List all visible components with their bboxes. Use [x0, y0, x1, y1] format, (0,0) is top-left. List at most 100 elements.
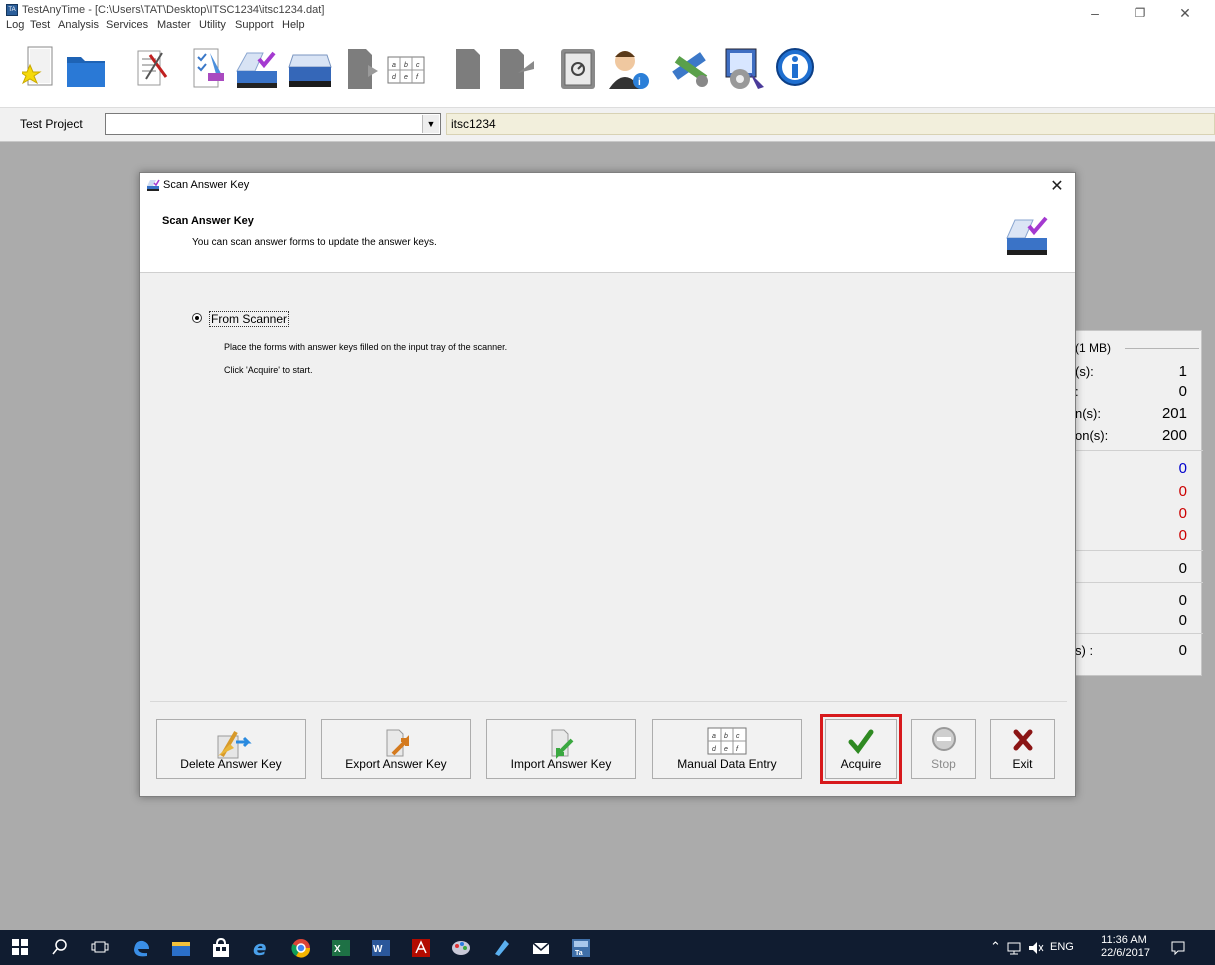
mail-button[interactable]	[520, 930, 560, 965]
from-scanner-label[interactable]: From Scanner	[209, 311, 290, 327]
volume-icon[interactable]	[1028, 941, 1044, 955]
stats-value: 0	[1178, 505, 1187, 522]
tools-button[interactable]	[668, 43, 716, 97]
start-button[interactable]	[0, 930, 40, 965]
export-button[interactable]	[494, 43, 538, 97]
menu-test[interactable]: Test	[30, 19, 50, 31]
test-project-label: Test Project	[20, 117, 83, 131]
svg-text:e: e	[404, 74, 408, 81]
internet-explorer-button[interactable]: e	[240, 930, 280, 965]
stats-value: 0	[1178, 527, 1187, 544]
paint-icon	[452, 941, 470, 955]
stats-panel: (1 MB) (s): 1 : 0 n(s): 201 on(s): 200 0…	[1062, 330, 1203, 676]
clock[interactable]: 11:36 AM 22/6/2017	[1101, 934, 1150, 960]
from-scanner-radio[interactable]	[192, 313, 202, 323]
menu-log[interactable]: Log	[6, 19, 24, 31]
stats-value: 0	[1178, 592, 1187, 609]
svg-text:i: i	[638, 77, 641, 88]
document-button[interactable]	[340, 43, 380, 97]
mail-icon	[532, 942, 550, 954]
settings-icon	[725, 48, 764, 89]
internet-explorer-icon: e	[253, 938, 267, 958]
settings-button[interactable]	[720, 43, 770, 97]
task-view-button[interactable]	[80, 930, 120, 965]
testanytime-button[interactable]: Ta	[560, 930, 600, 965]
store-icon	[213, 938, 229, 957]
exit-button[interactable]: Exit	[990, 719, 1055, 779]
open-folder-button[interactable]	[63, 43, 109, 97]
edge-button[interactable]	[120, 930, 160, 965]
document-button-2[interactable]	[450, 43, 486, 97]
menu-help[interactable]: Help	[282, 19, 305, 31]
answer-key-button[interactable]	[188, 43, 230, 97]
scan-answer-key-icon	[1006, 216, 1048, 255]
export-icon	[500, 49, 534, 89]
svg-text:a: a	[392, 62, 396, 69]
new-project-button[interactable]	[22, 43, 62, 97]
stats-label: on(s):	[1075, 428, 1109, 443]
safe-button[interactable]	[557, 43, 601, 97]
about-button[interactable]	[773, 43, 819, 97]
svg-text:a: a	[712, 733, 716, 740]
about-icon	[776, 48, 814, 86]
scan-answer-key-icon	[236, 51, 277, 88]
tools-icon	[672, 52, 708, 87]
chevron-down-icon[interactable]: ▼	[422, 115, 439, 133]
menu-utility[interactable]: Utility	[199, 19, 226, 31]
manual-entry-icon: a b cd e f	[707, 727, 747, 755]
store-button[interactable]	[200, 930, 240, 965]
edge-icon	[134, 940, 149, 957]
excel-button[interactable]: X	[320, 930, 360, 965]
menu-master[interactable]: Master	[157, 19, 191, 31]
new-project-icon	[22, 46, 53, 86]
export-answer-key-button[interactable]: Export Answer Key	[321, 719, 471, 779]
divider	[150, 701, 1067, 702]
user-info-icon: i	[609, 51, 649, 89]
dialog-heading: Scan Answer Key	[162, 215, 254, 227]
import-answer-key-label: Import Answer Key	[510, 757, 612, 771]
stats-value: 1	[1178, 363, 1187, 380]
chevron-up-icon[interactable]: ⌃	[990, 939, 1001, 955]
window-titlebar: TA TestAnyTime - [C:\Users\TAT\Desktop\I…	[0, 0, 1215, 21]
stop-icon	[931, 727, 956, 751]
language-indicator[interactable]: ENG	[1050, 941, 1074, 953]
divider	[1075, 450, 1203, 451]
acrobat-button[interactable]	[400, 930, 440, 965]
scanner-button[interactable]	[285, 43, 335, 97]
word-icon: W	[372, 940, 390, 956]
acquire-button[interactable]: Acquire	[820, 714, 902, 784]
close-icon[interactable]: ✕	[1048, 176, 1066, 196]
stats-value: 0	[1178, 460, 1187, 477]
stats-value: 0	[1178, 483, 1187, 500]
notifications-icon[interactable]	[1170, 940, 1186, 956]
task-view-icon	[91, 941, 109, 953]
chrome-button[interactable]	[280, 930, 320, 965]
stats-value: 201	[1161, 405, 1187, 422]
menu-services[interactable]: Services	[106, 19, 148, 31]
test-project-select[interactable]: ▼	[105, 113, 441, 135]
test-design-button[interactable]	[132, 43, 172, 97]
notes-button[interactable]	[480, 930, 520, 965]
stats-panel-header: (1 MB)	[1075, 341, 1111, 355]
scan-answer-key-button[interactable]	[233, 43, 283, 97]
menu-support[interactable]: Support	[235, 19, 274, 31]
network-icon[interactable]	[1006, 941, 1022, 955]
delete-answer-key-button[interactable]: Delete Answer Key	[156, 719, 306, 779]
paint-button[interactable]	[440, 930, 480, 965]
svg-text:c: c	[416, 62, 420, 69]
manual-entry-button[interactable]: abcdef	[384, 43, 428, 97]
menu-analysis[interactable]: Analysis	[58, 19, 99, 31]
delete-answer-key-icon	[217, 730, 252, 759]
export-answer-key-label: Export Answer Key	[345, 757, 447, 771]
word-button[interactable]: W	[360, 930, 400, 965]
import-answer-key-button[interactable]: Import Answer Key	[486, 719, 636, 779]
file-explorer-button[interactable]	[160, 930, 200, 965]
manual-data-entry-button[interactable]: abcdef Manual Data Entry	[652, 719, 802, 779]
stop-button[interactable]: Stop	[911, 719, 976, 779]
svg-text:c: c	[736, 733, 740, 740]
clock-date: 22/6/2017	[1101, 947, 1150, 959]
answer-key-icon	[193, 48, 224, 88]
user-info-button[interactable]: i	[605, 43, 655, 97]
clock-time: 11:36 AM	[1101, 934, 1147, 946]
search-button[interactable]	[40, 930, 80, 965]
